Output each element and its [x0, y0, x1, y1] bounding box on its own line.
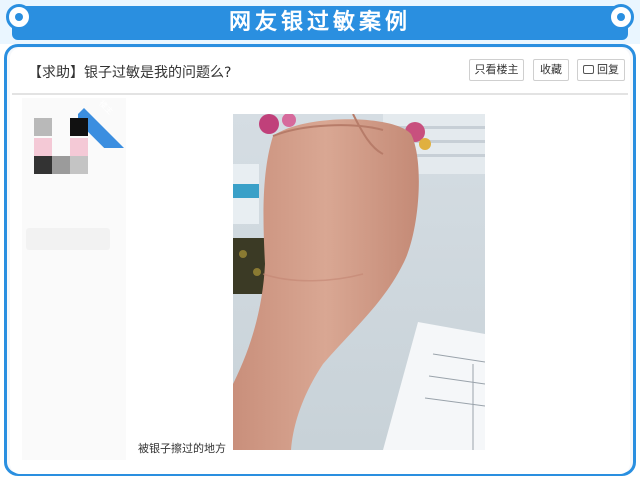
avatar-pixel — [70, 156, 88, 174]
reply-label: 回复 — [597, 63, 619, 76]
avatar-pixel — [34, 138, 52, 156]
avatar[interactable] — [34, 118, 90, 176]
banner-title: 网友银过敏案例 — [228, 10, 411, 35]
wrist-photo-illustration — [233, 114, 485, 450]
username-blurred — [26, 228, 110, 250]
avatar-pixel — [34, 156, 52, 174]
avatar-pixel — [70, 138, 88, 156]
favorite-label: 收藏 — [540, 63, 562, 76]
avatar-pixel — [70, 118, 88, 136]
circle-knob-icon — [608, 4, 634, 30]
speech-bubble-icon — [583, 65, 594, 74]
favorite-button[interactable]: 收藏 — [533, 59, 569, 81]
only-owner-label: 只看楼主 — [474, 63, 519, 76]
banner: 网友银过敏案例 — [12, 6, 628, 40]
only-owner-button[interactable]: 只看楼主 — [469, 59, 524, 81]
header-divider — [12, 93, 628, 95]
post-photo[interactable] — [233, 114, 485, 450]
reply-button[interactable]: 回复 — [577, 59, 625, 81]
post-title: 【求助】银子过敏是我的问题么? — [28, 65, 232, 81]
avatar-pixel — [34, 118, 52, 136]
avatar-pixel — [52, 156, 70, 174]
circle-knob-icon — [6, 4, 32, 30]
image-caption: 被银子擦过的地方 — [138, 442, 226, 455]
